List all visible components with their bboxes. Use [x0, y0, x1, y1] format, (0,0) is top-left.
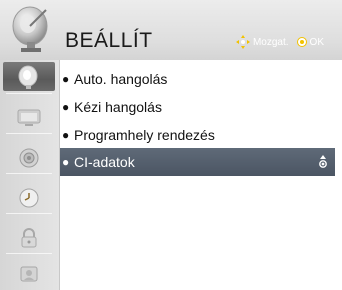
option-icon: [20, 266, 38, 281]
sidebar-divider: [6, 213, 52, 214]
sidebar-item-audio[interactable]: [3, 143, 55, 172]
satellite-dish-icon: [12, 6, 48, 52]
ok-button-icon: [296, 37, 307, 47]
menu-item-label: Programhely rendezés: [74, 127, 215, 143]
sidebar-item-time[interactable]: [3, 183, 55, 212]
audio-icon: [19, 148, 39, 167]
menu-item-auto-tuning[interactable]: ● Auto. hangolás: [60, 65, 335, 93]
navigation-hint: Mozgat. OK: [235, 35, 324, 49]
navigation-arrows-icon: [235, 35, 250, 49]
sidebar-divider: [6, 93, 52, 94]
menu-item-label: Auto. hangolás: [74, 71, 168, 87]
menu-item-label: CI-adatok: [74, 154, 135, 170]
clock-icon: [19, 188, 39, 207]
bullet-icon: ●: [62, 155, 70, 169]
menu-item-label: Kézi hangolás: [74, 99, 162, 115]
ok-hint-label: OK: [309, 36, 324, 48]
satellite-dish-icon: [18, 65, 38, 89]
category-sidebar: [0, 60, 60, 290]
bullet-icon: ●: [62, 100, 70, 114]
menu-item-ci-info[interactable]: ● CI-adatok: [60, 148, 335, 176]
sidebar-item-lock[interactable]: [3, 223, 55, 252]
page-title: BEÁLLÍT: [65, 29, 153, 52]
lock-icon: [21, 227, 37, 247]
menu-item-manual-tuning[interactable]: ● Kézi hangolás: [60, 93, 335, 121]
setup-menu-window: BEÁLLÍT Mozgat. OK ● Auto. hangolás ● Ké…: [0, 0, 342, 290]
picture-icon: [17, 109, 41, 126]
sidebar-divider: [6, 133, 52, 134]
setup-menu-list: ● Auto. hangolás ● Kézi hangolás ● Progr…: [60, 60, 342, 290]
sidebar-item-setup[interactable]: [3, 62, 55, 91]
sidebar-divider: [6, 253, 52, 254]
enter-arrow-icon: [319, 155, 327, 168]
sidebar-divider: [6, 173, 52, 174]
bullet-icon: ●: [62, 128, 70, 142]
sidebar-item-picture[interactable]: [3, 102, 55, 131]
bullet-icon: ●: [62, 72, 70, 86]
menu-header: BEÁLLÍT Mozgat. OK: [0, 0, 342, 60]
move-hint-label: Mozgat.: [252, 36, 289, 48]
sidebar-item-option[interactable]: [3, 259, 55, 288]
menu-item-programme-edit[interactable]: ● Programhely rendezés: [60, 121, 335, 149]
